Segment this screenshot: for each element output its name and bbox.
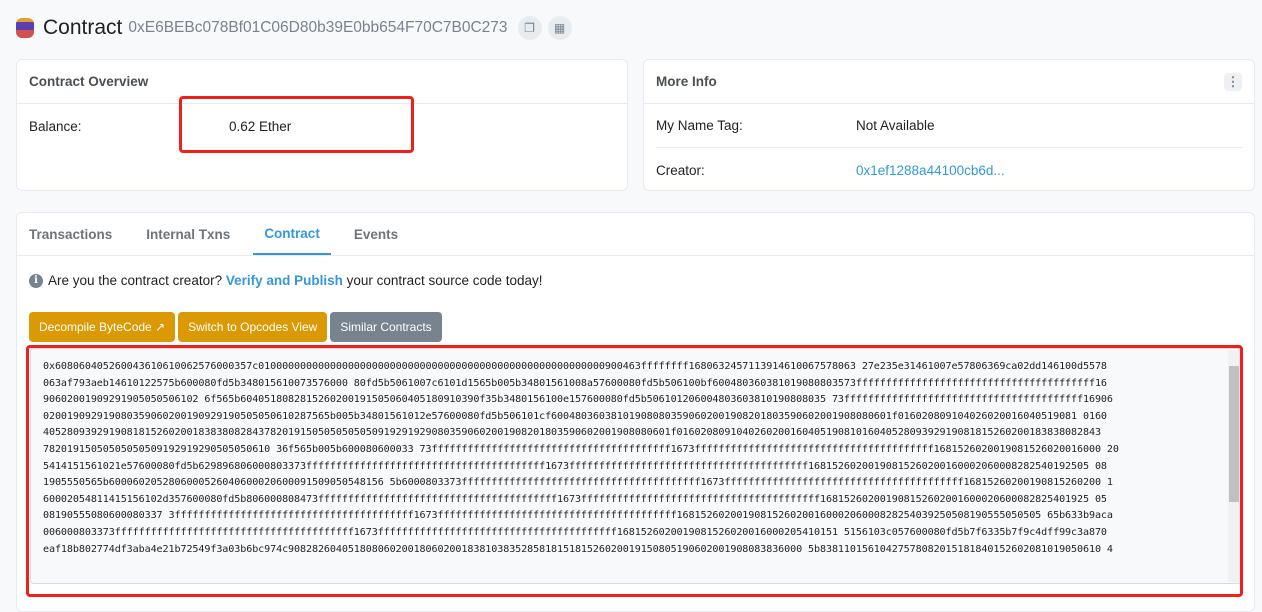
- external-link-icon: ↗: [155, 320, 166, 334]
- creator-label: Creator:: [656, 162, 705, 178]
- notice-suffix: your contract source code today!: [346, 273, 543, 288]
- tab-transactions[interactable]: Transactions: [29, 213, 123, 255]
- page-title: Contract: [43, 16, 123, 39]
- page-header: Contract 0xE6BEBc078Bf01C06D80b39E0bb654…: [16, 14, 572, 42]
- tab-contract[interactable]: Contract: [253, 213, 331, 255]
- similar-contracts-button[interactable]: Similar Contracts: [330, 312, 442, 342]
- qr-code-icon[interactable]: ▦: [547, 16, 572, 40]
- notice-prefix: Are you the contract creator?: [48, 273, 223, 288]
- creator-row: Creator: 0x1ef1288a44100cb6d...: [644, 148, 1254, 192]
- contract-avatar-icon: [16, 18, 34, 38]
- info-icon: i: [29, 273, 43, 288]
- name-tag-value: Not Available: [856, 118, 935, 133]
- decompile-label: Decompile ByteCode: [39, 320, 152, 334]
- decompile-bytecode-button[interactable]: Decompile ByteCode ↗: [29, 312, 176, 342]
- name-tag-row: My Name Tag: Not Available: [656, 104, 1242, 148]
- button-group: Decompile ByteCode ↗ Switch to Opcodes V…: [29, 312, 442, 342]
- switch-opcodes-button[interactable]: Switch to Opcodes View: [178, 312, 328, 342]
- highlight-box: [179, 96, 414, 153]
- verify-notice: i Are you the contract creator? Verify a…: [29, 273, 543, 288]
- name-tag-label: My Name Tag:: [656, 118, 743, 133]
- more-info-title: More Info: [656, 74, 717, 89]
- verify-publish-link[interactable]: Verify and Publish: [226, 273, 343, 288]
- creator-address-link[interactable]: 0x1ef1288a44100cb6d...: [856, 163, 1005, 178]
- tab-internal-txns[interactable]: Internal Txns: [135, 213, 241, 255]
- contract-address: 0xE6BEBc078Bf01C06D80b39E0bb654F70C7B0C2…: [128, 19, 508, 36]
- tab-events[interactable]: Events: [343, 213, 409, 255]
- highlight-box: [26, 345, 1243, 597]
- more-info-card: More Info ⋮ My Name Tag: Not Available Cr…: [643, 59, 1255, 191]
- copy-icon[interactable]: ❐: [517, 16, 542, 40]
- more-options-icon[interactable]: ⋮: [1224, 72, 1242, 91]
- tab-bar: Transactions Internal Txns Contract Even…: [17, 213, 1254, 256]
